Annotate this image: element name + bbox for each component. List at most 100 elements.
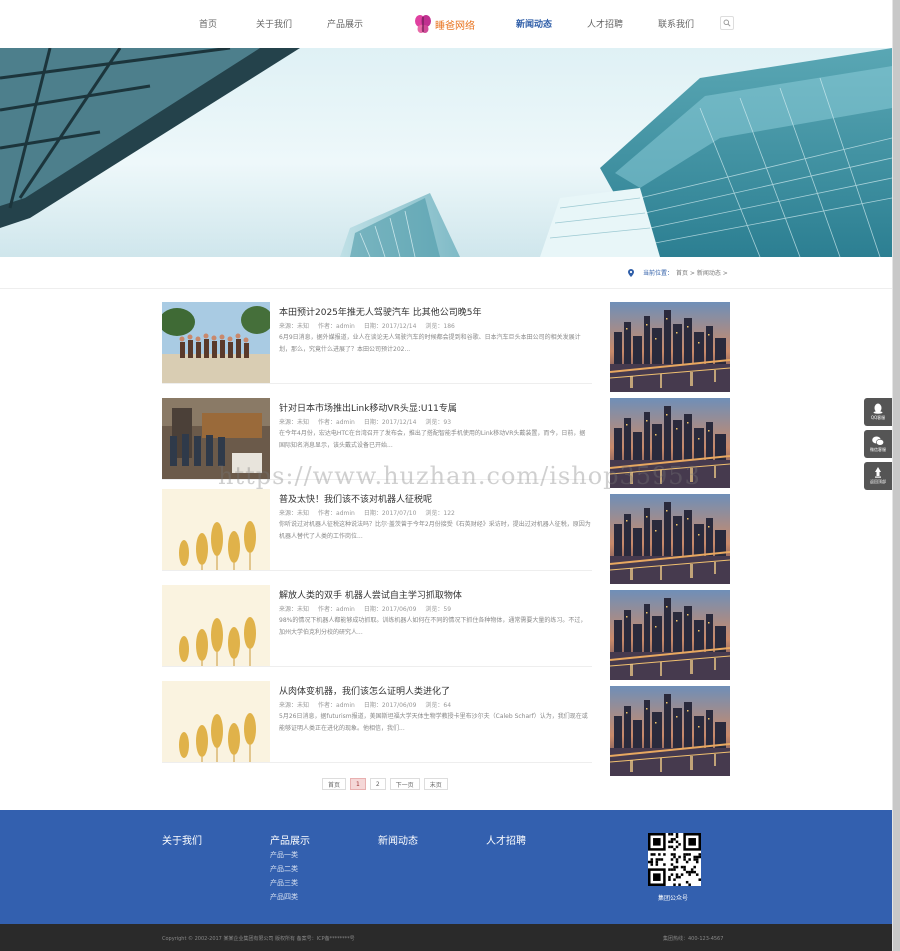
sidebar-city-image[interactable]	[610, 686, 730, 776]
footer-link-product[interactable]: 产品三类	[270, 878, 298, 888]
wechat-icon	[872, 436, 884, 446]
news-meta: 来源：未知 作者：admin 日期：2017/07/10 浏览：122	[279, 508, 464, 517]
pagination: 首页 1 2 下一页 末页	[322, 778, 452, 790]
nav-item-home[interactable]: 首页	[199, 17, 217, 30]
news-title[interactable]: 普及太快！我们该不该对机器人征税呢	[279, 492, 432, 505]
news-summary: 你听说过对机器人征税这种说法吗？比尔·盖茨曾于今年2月份接受《石英财经》采访时，…	[279, 521, 591, 540]
news-author: 作者：admin	[318, 419, 355, 426]
footer-link-product[interactable]: 产品一类	[270, 850, 298, 860]
news-summary: 5月26日消息，据futurism报道，美国斯坦福大学天体生物学教授卡里布沙尔夫…	[279, 713, 588, 732]
nav-item-news[interactable]: 新闻动态	[516, 17, 552, 30]
search-button[interactable]	[720, 16, 734, 30]
news-source: 来源：未知	[279, 323, 310, 330]
news-date: 日期：2017/06/09	[363, 702, 417, 709]
qq-icon	[873, 403, 883, 414]
qq-service-label: QQ客服	[870, 415, 886, 420]
news-source: 来源：未知	[279, 702, 310, 709]
news-title[interactable]: 从肉体变机器，我们该怎么证明人类进化了	[279, 684, 450, 697]
news-title[interactable]: 针对日本市场推出Link移动VR头显:U11专属	[279, 401, 457, 414]
footer-heading-news[interactable]: 新闻动态	[378, 832, 418, 847]
footer-heading-products[interactable]: 产品展示	[270, 832, 310, 847]
news-item[interactable]: 普及太快！我们该不该对机器人征税呢 来源：未知 作者：admin 日期：2017/0…	[162, 489, 592, 571]
page-last-button[interactable]: 末页	[423, 778, 448, 790]
news-item[interactable]: 本田预计2025年推无人驾驶汽车 比其他公司晚5年 来源：未知 作者：admin 日…	[162, 302, 592, 384]
footer-heading-jobs[interactable]: 人才招聘	[486, 832, 526, 847]
nav-item-about[interactable]: 关于我们	[256, 17, 292, 30]
butterfly-logo-icon	[415, 15, 431, 33]
copyright-bar	[0, 924, 892, 951]
scrollbar-thumb[interactable]	[893, 0, 900, 951]
news-views: 浏览：64	[425, 702, 452, 709]
nav-item-jobs[interactable]: 人才招聘	[587, 17, 623, 30]
hotline-text: 集团热线：400-123-4567	[663, 936, 724, 942]
news-item[interactable]: 从肉体变机器，我们该怎么证明人类进化了 来源：未知 作者：admin 日期：2017…	[162, 681, 592, 763]
news-thumbnail-group-photo[interactable]	[162, 302, 270, 383]
logo[interactable]: 睡爸网络	[414, 12, 478, 36]
news-item[interactable]: 解放人类的双手 机器人尝试自主学习抓取物体 来源：未知 作者：admin 日期：20…	[162, 585, 592, 667]
page-next-button[interactable]: 下一页	[389, 778, 420, 790]
news-summary: 在今年4月份，宏达电HTC在台湾召开了发布会，推出了搭配智能手机使用的Link移…	[279, 430, 586, 449]
nav-item-contact[interactable]: 联系我们	[658, 17, 694, 30]
breadcrumb: 当前位置： 首页 > 新闻动态 >	[628, 268, 728, 277]
news-meta: 来源：未知 作者：admin 日期：2017/06/09 浏览：64	[279, 700, 460, 709]
breadcrumb-label: 当前位置：	[643, 270, 674, 277]
qr-code-label: 集团公众号	[658, 895, 689, 902]
skyscraper-banner-graphic	[0, 48, 892, 257]
top-nav: 首页 关于我们 产品展示 睡爸网络 新闻动态 人才招聘 联系我们	[0, 0, 892, 48]
news-author: 作者：admin	[318, 510, 355, 517]
back-to-top-label: 返回顶部	[870, 479, 886, 484]
copyright-text: Copyright © 2002-2017 某某企业集团有限公司 版权所有 备案…	[162, 936, 355, 942]
news-views: 浏览：59	[425, 606, 452, 613]
news-meta: 来源：未知 作者：admin 日期：2017/06/09 浏览：59	[279, 604, 460, 613]
news-source: 来源：未知	[279, 419, 310, 426]
news-author: 作者：admin	[318, 702, 355, 709]
qq-service-button[interactable]: QQ客服	[864, 398, 892, 426]
news-summary: 98%的情况下机器人都能够成功抓取。训练机器人如何在不同的情况下抓住各种物体，通…	[279, 617, 587, 636]
logo-text: 睡爸网络	[435, 20, 475, 32]
news-thumbnail-factory-photo[interactable]	[162, 398, 270, 479]
news-author: 作者：admin	[318, 606, 355, 613]
page: 首页 关于我们 产品展示 睡爸网络 新闻动态 人才招聘 联系我们 当前位置： 首…	[0, 0, 900, 951]
back-to-top-button[interactable]: 返回顶部	[864, 462, 892, 490]
top-icon	[875, 467, 881, 478]
news-meta: 来源：未知 作者：admin 日期：2017/12/14 浏览：93	[279, 417, 460, 426]
wechat-service-label: 微信客服	[870, 446, 886, 452]
page-first-button[interactable]: 首页	[322, 778, 347, 790]
news-date: 日期：2017/12/14	[363, 323, 417, 330]
news-title[interactable]: 解放人类的双手 机器人尝试自主学习抓取物体	[279, 588, 462, 601]
news-source: 来源：未知	[279, 510, 310, 517]
news-source: 来源：未知	[279, 606, 310, 613]
news-item[interactable]: 针对日本市场推出Link移动VR头显:U11专属 来源：未知 作者：admin 日期…	[162, 398, 592, 480]
nav-item-products[interactable]: 产品展示	[327, 17, 363, 30]
news-views: 浏览：122	[425, 510, 455, 517]
sidebar-city-image[interactable]	[610, 494, 730, 584]
qr-code	[648, 833, 701, 886]
breadcrumb-bar	[0, 257, 892, 289]
news-views: 浏览：93	[425, 419, 452, 426]
news-summary: 6月9日消息，据外媒报道，业人在谈论无人驾驶汽车的时候都会提到和谷歌、日本汽车巨…	[279, 334, 581, 353]
breadcrumb-path[interactable]: 首页 > 新闻动态 >	[676, 268, 728, 277]
sidebar-city-image[interactable]	[610, 398, 730, 488]
news-meta: 来源：未知 作者：admin 日期：2017/12/14 浏览：186	[279, 321, 464, 330]
search-icon	[723, 19, 731, 27]
page-number-button[interactable]: 2	[369, 778, 386, 790]
footer-heading-about[interactable]: 关于我们	[162, 832, 202, 847]
news-thumbnail-wheat[interactable]	[162, 585, 270, 666]
page-number-button[interactable]: 1	[350, 778, 366, 790]
news-author: 作者：admin	[318, 323, 355, 330]
sidebar-city-image[interactable]	[610, 590, 730, 680]
banner-image	[0, 48, 892, 257]
news-title[interactable]: 本田预计2025年推无人驾驶汽车 比其他公司晚5年	[279, 305, 482, 318]
news-date: 日期：2017/07/10	[363, 510, 417, 517]
sidebar-city-image[interactable]	[610, 302, 730, 392]
footer-link-product[interactable]: 产品二类	[270, 864, 298, 874]
wechat-service-button[interactable]: 微信客服	[864, 430, 892, 458]
news-thumbnail-wheat[interactable]	[162, 489, 270, 570]
footer-link-product[interactable]: 产品四类	[270, 892, 298, 902]
news-thumbnail-wheat[interactable]	[162, 681, 270, 762]
news-views: 浏览：186	[425, 323, 455, 330]
footer	[0, 810, 892, 924]
location-pin-icon	[628, 268, 634, 277]
news-date: 日期：2017/06/09	[363, 606, 417, 613]
news-date: 日期：2017/12/14	[363, 419, 417, 426]
